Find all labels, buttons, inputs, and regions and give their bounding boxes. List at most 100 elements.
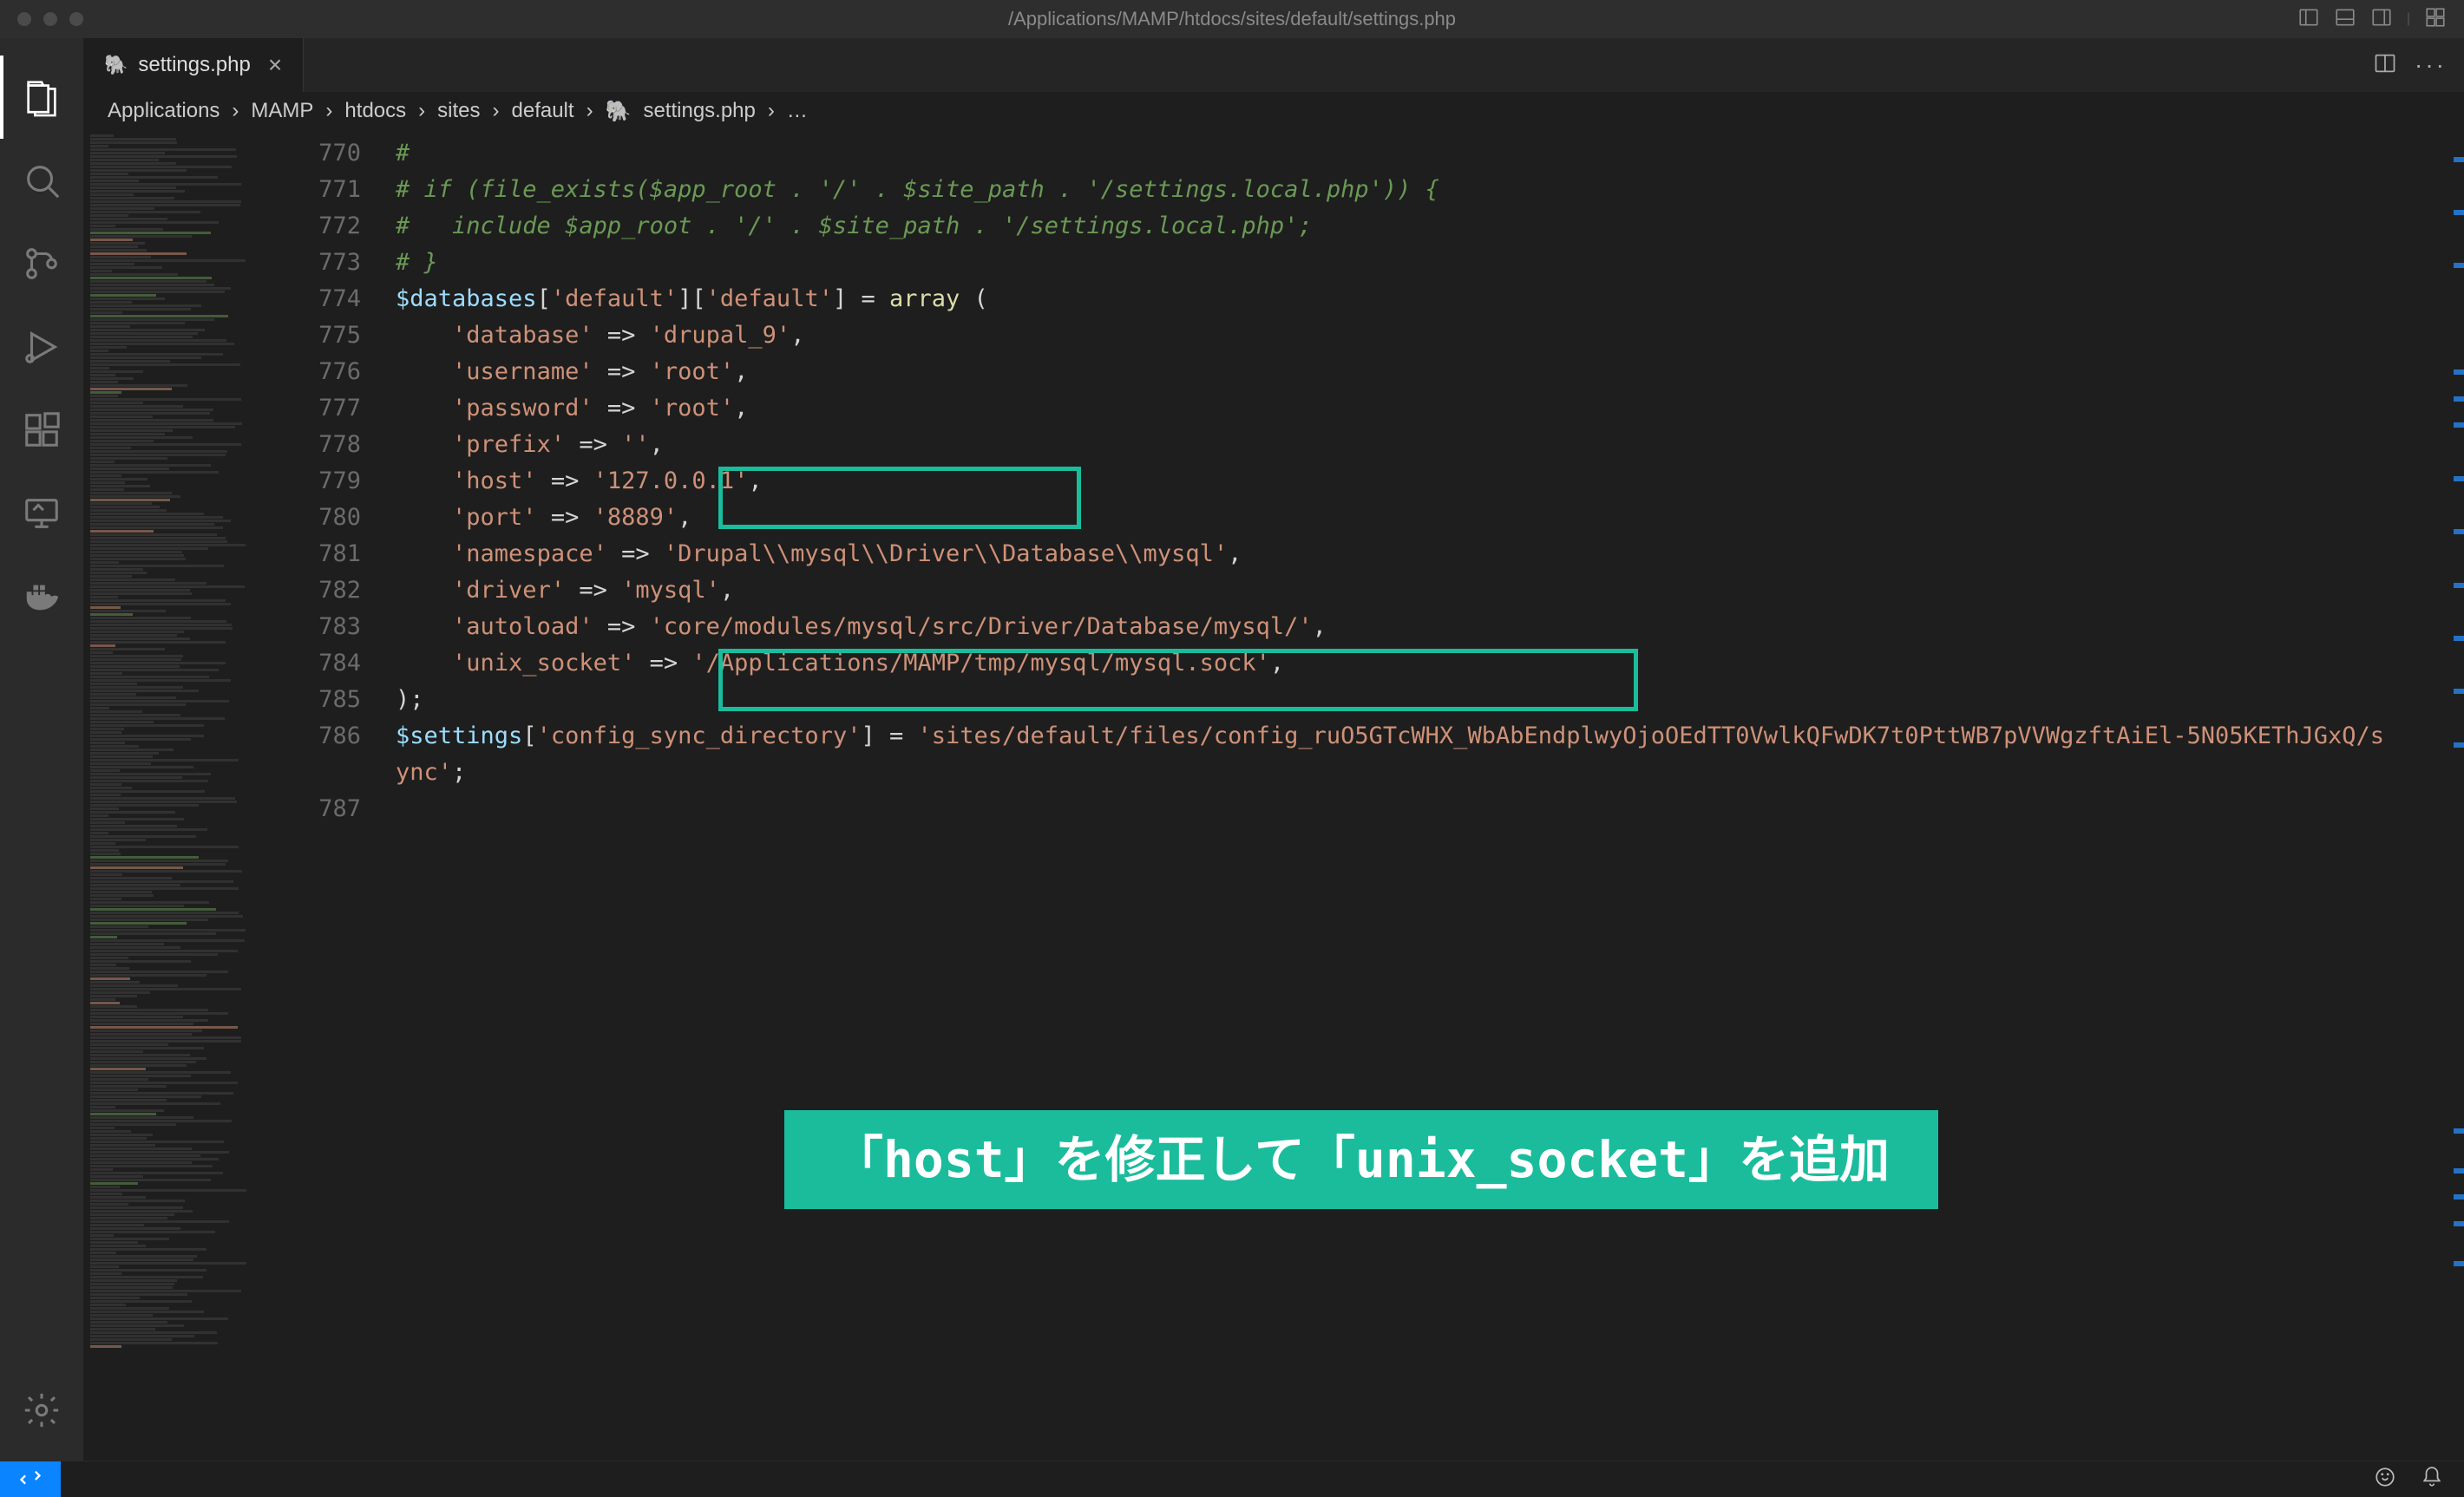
line-number: 778: [274, 427, 396, 463]
code-line[interactable]: 786$settings['config_sync_directory'] = …: [274, 718, 2464, 791]
code-line[interactable]: 782 'driver' => 'mysql',: [274, 572, 2464, 609]
editor-region: 🐘 settings.php × ··· Applications› MAMP›…: [83, 38, 2464, 1461]
breadcrumb[interactable]: Applications› MAMP› htdocs› sites› defau…: [83, 92, 2464, 130]
split-editor-icon[interactable]: [2373, 51, 2397, 80]
code-text[interactable]: 'database' => 'drupal_9',: [396, 317, 2464, 354]
tab-filename: settings.php: [138, 53, 250, 77]
code-text[interactable]: 'username' => 'root',: [396, 354, 2464, 390]
settings-activity[interactable]: [0, 1369, 83, 1452]
code-line[interactable]: 784 'unix_socket' => '/Applications/MAMP…: [274, 645, 2464, 682]
line-number: 780: [274, 500, 396, 536]
layout-customize-icon[interactable]: [2424, 6, 2447, 33]
breadcrumb-part[interactable]: htdocs: [344, 99, 406, 123]
status-bar: [0, 1461, 2464, 1497]
code-line[interactable]: 775 'database' => 'drupal_9',: [274, 317, 2464, 354]
breadcrumb-part[interactable]: MAMP: [251, 99, 313, 123]
window-controls: [0, 12, 83, 26]
code-line[interactable]: 779 'host' => '127.0.0.1',: [274, 463, 2464, 500]
line-number: 775: [274, 317, 396, 354]
line-number: 770: [274, 135, 396, 172]
code-line[interactable]: 781 'namespace' => 'Drupal\\mysql\\Drive…: [274, 536, 2464, 572]
breadcrumb-part[interactable]: Applications: [108, 99, 220, 123]
code-line[interactable]: 770#: [274, 135, 2464, 172]
maximize-window-button[interactable]: [69, 12, 83, 26]
php-icon: 🐘: [104, 54, 128, 76]
line-number: 779: [274, 463, 396, 500]
php-icon: 🐘: [606, 99, 632, 124]
code-text[interactable]: 'prefix' => '',: [396, 427, 2464, 463]
code-line[interactable]: 774$databases['default']['default'] = ar…: [274, 281, 2464, 317]
breadcrumb-part[interactable]: sites: [437, 99, 480, 123]
line-number: 771: [274, 172, 396, 208]
line-number: 777: [274, 390, 396, 427]
close-icon[interactable]: ×: [268, 51, 282, 79]
line-number: 782: [274, 572, 396, 609]
code-line[interactable]: 777 'password' => 'root',: [274, 390, 2464, 427]
more-actions-icon[interactable]: ···: [2415, 51, 2447, 80]
editor-body: 770#771# if (file_exists($app_root . '/'…: [83, 130, 2464, 1461]
line-number: 784: [274, 645, 396, 682]
panel-bottom-icon[interactable]: [2334, 6, 2356, 33]
line-number: 783: [274, 609, 396, 645]
code-line[interactable]: 778 'prefix' => '',: [274, 427, 2464, 463]
line-number: 772: [274, 208, 396, 245]
code-text[interactable]: 'unix_socket' => '/Applications/MAMP/tmp…: [396, 645, 2464, 682]
line-number: 776: [274, 354, 396, 390]
breadcrumb-part[interactable]: default: [512, 99, 574, 123]
code-line[interactable]: 783 'autoload' => 'core/modules/mysql/sr…: [274, 609, 2464, 645]
code-text[interactable]: [396, 791, 2464, 827]
code-text[interactable]: 'namespace' => 'Drupal\\mysql\\Driver\\D…: [396, 536, 2464, 572]
remote-window-button[interactable]: [0, 1461, 61, 1497]
breadcrumb-part[interactable]: settings.php: [643, 99, 755, 123]
editor-tabs: 🐘 settings.php × ···: [83, 38, 2464, 92]
activity-bar: [0, 38, 83, 1461]
code-text[interactable]: 'port' => '8889',: [396, 500, 2464, 536]
line-number: 773: [274, 245, 396, 281]
code-line[interactable]: 787: [274, 791, 2464, 827]
code-line[interactable]: 771# if (file_exists($app_root . '/' . $…: [274, 172, 2464, 208]
line-number: 785: [274, 682, 396, 718]
code-text[interactable]: 'driver' => 'mysql',: [396, 572, 2464, 609]
code-text[interactable]: );: [396, 682, 2464, 718]
line-number: 781: [274, 536, 396, 572]
tab-settings-php[interactable]: 🐘 settings.php ×: [83, 38, 304, 92]
feedback-icon[interactable]: [2374, 1466, 2396, 1493]
code-text[interactable]: 'host' => '127.0.0.1',: [396, 463, 2464, 500]
code-editor[interactable]: 770#771# if (file_exists($app_root . '/'…: [274, 130, 2464, 1461]
code-text[interactable]: 'autoload' => 'core/modules/mysql/src/Dr…: [396, 609, 2464, 645]
line-number: 787: [274, 791, 396, 827]
source-control-activity[interactable]: [0, 222, 83, 305]
extensions-activity[interactable]: [0, 389, 83, 472]
code-text[interactable]: #: [396, 135, 2464, 172]
explorer-activity[interactable]: [0, 56, 83, 139]
line-number: 774: [274, 281, 396, 317]
code-text[interactable]: $settings['config_sync_directory'] = 'si…: [396, 718, 2391, 791]
minimize-window-button[interactable]: [43, 12, 57, 26]
run-debug-activity[interactable]: [0, 305, 83, 389]
code-line[interactable]: 776 'username' => 'root',: [274, 354, 2464, 390]
titlebar-layout-controls: |: [2297, 6, 2464, 33]
close-window-button[interactable]: [17, 12, 31, 26]
code-line[interactable]: 785);: [274, 682, 2464, 718]
minimap[interactable]: [83, 130, 274, 1461]
code-text[interactable]: $databases['default']['default'] = array…: [396, 281, 2464, 317]
code-text[interactable]: 'password' => 'root',: [396, 390, 2464, 427]
code-text[interactable]: # if (file_exists($app_root . '/' . $sit…: [396, 172, 2464, 208]
panel-right-icon[interactable]: [2370, 6, 2393, 33]
window-title: /Applications/MAMP/htdocs/sites/default/…: [1008, 8, 1456, 30]
annotation-banner: 「host」を修正して「unix_socket」を追加: [784, 1110, 1938, 1209]
overview-ruler[interactable]: [2450, 130, 2464, 1461]
code-text[interactable]: # }: [396, 245, 2464, 281]
code-line[interactable]: 780 'port' => '8889',: [274, 500, 2464, 536]
titlebar: /Applications/MAMP/htdocs/sites/default/…: [0, 0, 2464, 38]
search-activity[interactable]: [0, 139, 83, 222]
code-text[interactable]: # include $app_root . '/' . $site_path .…: [396, 208, 2464, 245]
breadcrumb-part[interactable]: …: [787, 99, 808, 123]
remote-explorer-activity[interactable]: [0, 472, 83, 555]
code-line[interactable]: 773# }: [274, 245, 2464, 281]
docker-activity[interactable]: [0, 555, 83, 638]
code-line[interactable]: 772# include $app_root . '/' . $site_pat…: [274, 208, 2464, 245]
notifications-icon[interactable]: [2421, 1466, 2443, 1493]
line-number: 786: [274, 718, 396, 791]
panel-left-icon[interactable]: [2297, 6, 2320, 33]
